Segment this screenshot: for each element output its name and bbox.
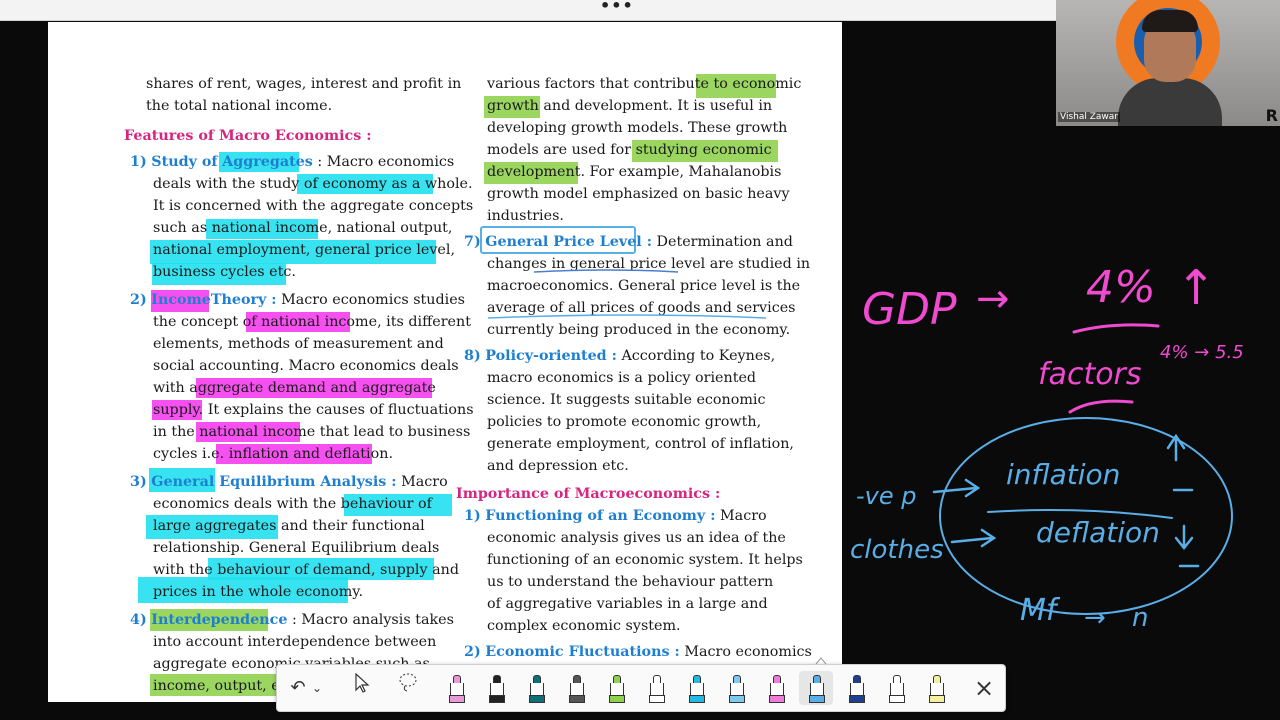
handwritten-range: 4% → 5.5 [1160,342,1244,363]
highlighter-green-icon[interactable] [599,671,633,705]
handwritten-up-arrow: ↑ [1176,260,1216,316]
handwritten-mf: Mf [1020,593,1061,628]
scroll-indicator [814,651,828,665]
pen-teal-icon[interactable] [519,671,553,705]
handwritten-factors: factors [1038,357,1142,392]
badge-letter: R [1265,106,1278,125]
presenter-name: Vishal Zawar [1058,112,1120,122]
undo-menu-chevron-icon[interactable]: ⌄ [307,671,327,705]
pen-blue-selected-icon[interactable] [799,671,833,705]
webcam-feed: Vishal Zawar R [1056,0,1280,126]
ink-toolbar: ↶ ⌄ × [276,664,1006,712]
handwritten-gdp: GDP [862,284,957,335]
pen-white-icon[interactable] [639,671,673,705]
close-icon[interactable]: × [967,671,1001,705]
handwritten-percent: 4% [1086,262,1156,313]
pen-cyan-icon[interactable] [679,671,713,705]
pen-navy-icon[interactable] [839,671,873,705]
document-page: shares of rent, wages, interest and prof… [48,22,842,702]
pen-black-icon[interactable] [479,671,513,705]
handwritten-inflation: inflation [1006,458,1120,491]
handwritten-clothes: clothes [850,535,944,565]
pen-gray-icon[interactable] [559,671,593,705]
handwritten-arrow-2: → [1084,603,1106,633]
handwritten-deflation: deflation [1036,516,1160,549]
pen-white2-icon[interactable] [879,671,913,705]
cursor-icon[interactable] [345,671,379,705]
window-top-bar: ••• [0,0,1056,21]
eraser-icon[interactable] [439,671,473,705]
highlighter-yellow-icon[interactable] [919,671,953,705]
pen-pink-icon[interactable] [759,671,793,705]
pen-lightblue-icon[interactable] [719,671,753,705]
handwriting-canvas: GDP → 4% ↑ factors 4% → 5.5 -ve p inflat… [850,260,1244,633]
handwritten-vep: -ve p [856,482,917,510]
handwritten-arrow: → [976,276,1010,322]
more-options-icon[interactable]: ••• [600,0,634,15]
lasso-icon[interactable] [391,671,425,705]
annotation-underlines [487,269,767,319]
